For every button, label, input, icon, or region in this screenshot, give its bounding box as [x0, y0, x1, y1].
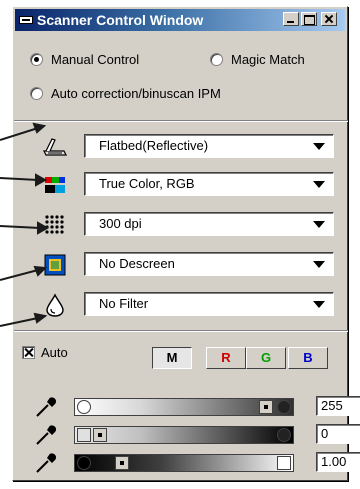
gamma-slider-track[interactable] [74, 454, 294, 472]
channel-master-button[interactable]: M [152, 347, 192, 369]
separator-top [14, 120, 348, 122]
magic-match-label: Magic Match [231, 52, 305, 67]
shadow-slider-knob[interactable] [93, 428, 107, 442]
resolution-dropdown[interactable]: 300 dpi [84, 212, 334, 236]
dropdown-arrow-icon[interactable] [313, 221, 325, 228]
gamma-white-cap [277, 456, 291, 470]
magic-match-radio[interactable]: Magic Match [210, 52, 305, 67]
source-dropdown[interactable]: Flatbed(Reflective) [84, 134, 334, 158]
color-mode-dropdown[interactable]: True Color, RGB [84, 172, 334, 196]
white-eyedropper-icon[interactable] [34, 396, 58, 418]
shadow-slider-row: 0 [30, 424, 360, 446]
radio-dot-selected[interactable] [30, 53, 43, 66]
gamma-slider-row: 1.00 [30, 452, 360, 474]
shadow-white-cap [77, 428, 91, 442]
gamma-value-field[interactable]: 1.00 [316, 452, 360, 472]
dropdown-arrow-icon[interactable] [313, 181, 325, 188]
dropdown-arrow-icon[interactable] [313, 143, 325, 150]
highlight-slider-knob[interactable] [259, 400, 273, 414]
channel-red-button[interactable]: R [206, 347, 246, 369]
dropdown-arrow-icon[interactable] [313, 301, 325, 308]
resolution-value: 300 dpi [99, 216, 142, 231]
gray-eyedropper-icon[interactable] [34, 452, 58, 474]
filter-drop-icon [46, 293, 64, 317]
auto-label: Auto [41, 345, 68, 360]
color-mode-value: True Color, RGB [99, 176, 195, 191]
shadow-slider-track[interactable] [74, 426, 294, 444]
descreen-dropdown[interactable]: No Descreen [84, 252, 334, 276]
minimize-button[interactable] [283, 12, 299, 26]
color-mode-icon [45, 177, 65, 193]
highlight-slider-row: 255 [30, 396, 360, 418]
checkbox-checked[interactable] [22, 346, 35, 359]
highlight-slider-track[interactable] [74, 398, 294, 416]
app-icon [19, 16, 33, 24]
radio-dot[interactable] [30, 87, 43, 100]
manual-control-label: Manual Control [51, 52, 140, 67]
window-title: Scanner Control Window [37, 12, 204, 28]
descreen-icon [44, 254, 66, 276]
manual-control-radio[interactable]: Manual Control [30, 52, 139, 67]
auto-correction-label: Auto correction/binuscan IPM [51, 86, 221, 101]
highlight-value-field[interactable]: 255 [316, 396, 360, 416]
auto-checkbox[interactable]: Auto [22, 345, 68, 360]
black-eyedropper-icon[interactable] [34, 424, 58, 446]
filter-value: No Filter [99, 296, 149, 311]
title-bar[interactable]: Scanner Control Window [15, 9, 345, 31]
close-button[interactable] [321, 12, 337, 26]
source-value: Flatbed(Reflective) [99, 138, 209, 153]
gamma-black-cap [77, 456, 91, 470]
channel-green-button[interactable]: G [246, 347, 286, 369]
black-point-cap [277, 400, 291, 414]
filter-dropdown[interactable]: No Filter [84, 292, 334, 316]
maximize-button[interactable] [301, 12, 317, 26]
shadow-black-cap [277, 428, 291, 442]
descreen-value: No Descreen [99, 256, 175, 271]
dropdown-arrow-icon[interactable] [313, 261, 325, 268]
white-point-cap [77, 400, 91, 414]
radio-dot[interactable] [210, 53, 223, 66]
separator-bottom [14, 330, 348, 332]
scanner-icon [43, 138, 67, 156]
auto-correction-radio[interactable]: Auto correction/binuscan IPM [30, 86, 221, 101]
channel-blue-button[interactable]: B [288, 347, 328, 369]
gamma-slider-knob[interactable] [115, 456, 129, 470]
shadow-value-field[interactable]: 0 [316, 424, 360, 444]
resolution-dots-icon [45, 215, 64, 234]
